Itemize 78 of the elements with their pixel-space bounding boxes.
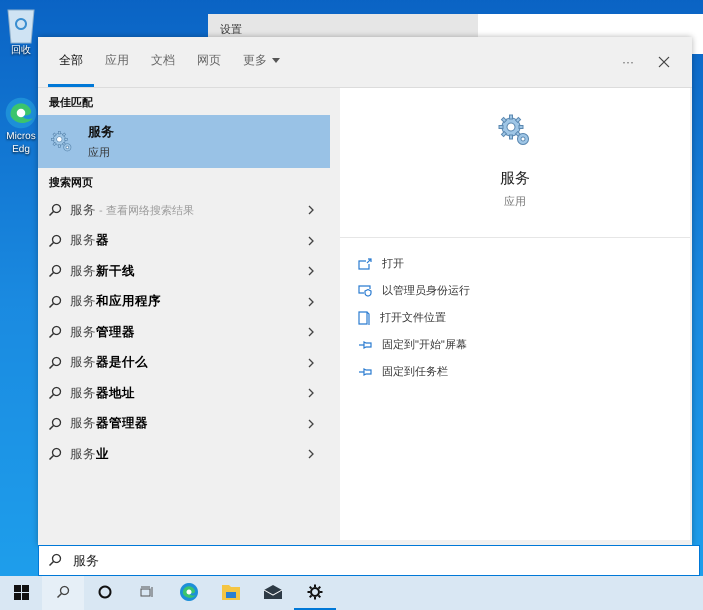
filter-tab[interactable]: 全部 [48,37,94,87]
open-window-icon [358,258,372,270]
web-suggestion[interactable]: 服务新干线 [38,256,330,286]
preview-type: 应用 [504,194,526,209]
preview-title: 服务 [500,169,530,188]
document-icon [358,310,370,324]
chevron-right-icon [308,388,314,398]
folder-icon [221,583,241,601]
section-heading: 最佳匹配 [48,96,94,111]
action-link[interactable]: 打开文件位置 [380,310,446,325]
search-icon [48,553,62,567]
chevron-right-icon [308,236,314,246]
suggestion-text: 服务器是什么 [70,355,148,370]
window-title: 设置 [220,24,242,36]
chevron-right-icon [308,327,314,338]
more-button[interactable]: ··· [610,37,646,87]
action-link[interactable]: 固定到任务栏 [382,364,448,379]
suggestion-text: 服务器管理器 [70,416,148,430]
search-icon [48,294,62,309]
suggestion-text: 服务 [70,202,96,217]
action-link[interactable]: 以管理员身份运行 [382,283,470,298]
filter-tab[interactable]: 应用 [94,37,140,87]
suggestion-text: 服务器 [70,233,109,248]
filter-tab[interactable]: 更多 [232,37,291,87]
browser-icon [4,96,38,130]
search-icon [48,447,62,462]
desktop-icon-label: Edg [12,143,30,156]
suggestion-text: 服务业 [70,446,109,461]
chevron-right-icon [308,358,314,368]
suggestion-text: 服务和应用程序 [70,294,161,308]
suggestion-hint: - 查看网络搜索结果 [98,204,194,217]
chevron-right-icon [308,418,314,429]
pin-icon [358,366,372,376]
settings-icon [306,583,324,601]
section-heading: 搜索网页 [48,176,94,191]
filter-tab[interactable]: 网页 [186,37,232,87]
circle-icon [98,585,112,599]
search-icon [48,386,62,400]
web-suggestion[interactable]: 服务器是什么 [38,348,330,378]
search-icon [48,325,62,340]
result-title: 服务 [88,123,114,141]
chevron-right-icon [308,266,314,276]
chevron-right-icon [308,449,314,460]
action-link[interactable]: 打开 [382,256,404,271]
web-suggestion[interactable]: 服务器管理器 [38,408,330,439]
desktop-icon-label: Micros [6,130,36,143]
taskbar-button[interactable] [42,576,84,610]
chevron-right-icon [308,205,314,216]
browser-icon [179,582,199,602]
web-suggestion[interactable]: 服务管理器 [38,317,330,348]
task-view-icon [139,585,155,599]
search-icon [48,203,62,218]
search-icon [48,264,62,278]
result-type: 应用 [88,146,111,160]
web-suggestion[interactable]: 服务和应用程序 [38,286,330,317]
suggestion-text: 服务管理器 [70,324,135,339]
web-suggestion[interactable]: 服务器地址 [38,378,330,408]
close-icon [658,56,670,68]
search-icon [48,416,62,431]
filter-tab[interactable]: 文档 [140,37,186,87]
search-icon [56,585,70,599]
suggestion-text: 服务新干线 [70,264,135,278]
shield-window-icon [358,284,372,296]
search-icon [48,356,62,370]
suggestion-text: 服务器地址 [70,386,135,400]
search-icon [48,234,62,248]
windows-logo-icon [14,584,28,600]
web-suggestion[interactable]: 服务业 [38,439,330,470]
mail-icon [263,584,283,600]
pin-icon [358,340,372,350]
action-link[interactable]: 固定到"开始"屏幕 [382,337,467,352]
chevron-right-icon [308,296,314,307]
web-suggestion[interactable]: 服务器 [38,226,330,256]
search-field[interactable]: 服务 [38,545,700,576]
desktop-icon-label: 回收 [11,44,31,57]
best-match-item[interactable]: 服务 应用 [38,115,330,168]
web-suggestion[interactable]: 服务 - 查看网络搜索结果 [38,195,330,226]
gears-icon [50,130,74,154]
